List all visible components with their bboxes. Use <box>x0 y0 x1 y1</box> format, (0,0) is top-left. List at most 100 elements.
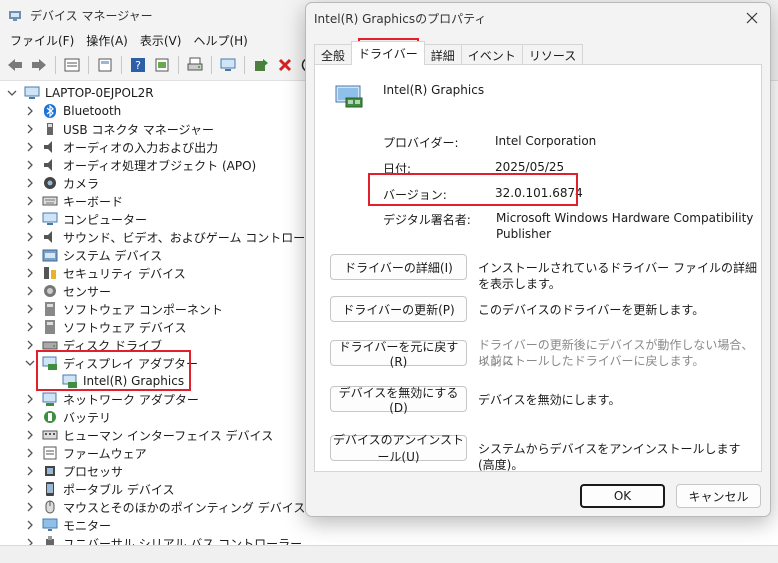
tree-item-17[interactable]: バッテリ <box>24 408 111 426</box>
tree-item-18[interactable]: ヒューマン インターフェイス デバイス <box>24 426 273 444</box>
tab-general[interactable]: 全般 <box>314 44 353 65</box>
chevron-right-icon[interactable] <box>24 465 36 477</box>
tree-item-label: システム デバイス <box>63 248 163 263</box>
chevron-down-icon[interactable] <box>24 357 36 369</box>
tree-item-12[interactable]: ソフトウェア デバイス <box>24 318 186 336</box>
chevron-right-icon[interactable] <box>24 339 36 351</box>
chevron-right-icon[interactable] <box>24 393 36 405</box>
forward-icon[interactable] <box>28 54 50 76</box>
close-icon[interactable] <box>742 8 762 28</box>
tree-item-label: LAPTOP-0EJPOL2R <box>45 86 154 100</box>
tree-item-24[interactable]: ユニバーサル シリアル バス コントローラー <box>24 534 302 545</box>
tab-details[interactable]: 詳細 <box>423 44 462 65</box>
signer-label: デジタル署名者: <box>383 213 471 227</box>
provider-label: プロバイダー: <box>383 136 459 150</box>
tab-resources[interactable]: リソース <box>521 44 584 65</box>
rollback-driver-button[interactable]: ドライバーを元に戻す(R) <box>330 340 467 369</box>
tree-item-9[interactable]: セキュリティ デバイス <box>24 264 186 282</box>
tree-item-label: コンピューター <box>63 212 148 227</box>
tree-item-14[interactable]: ディスプレイ アダプター <box>24 354 198 372</box>
menu-view[interactable]: 表示(V) <box>134 32 188 49</box>
chevron-down-icon[interactable] <box>6 87 18 99</box>
tree-item-4[interactable]: カメラ <box>24 174 99 192</box>
usb-icon <box>42 535 58 545</box>
chevron-right-icon[interactable] <box>24 177 36 189</box>
date-value: 2025/05/25 <box>495 160 565 174</box>
portable-icon <box>42 481 58 497</box>
chevron-right-icon[interactable] <box>24 123 36 135</box>
tree-item-16[interactable]: ネットワーク アダプター <box>24 390 199 408</box>
keyboard-icon <box>42 193 58 209</box>
tree-item-label: カメラ <box>63 176 100 191</box>
chevron-right-icon[interactable] <box>24 321 36 333</box>
display-adapter-icon <box>62 373 78 389</box>
tree-item-root[interactable]: LAPTOP-0EJPOL2R <box>6 84 154 102</box>
tree-item-child-15[interactable]: Intel(R) Graphics <box>62 372 184 390</box>
cancel-button[interactable]: キャンセル <box>676 484 761 508</box>
uninstall-device-desc: システムからデバイスをアンインストールします (高度)。 <box>478 442 741 472</box>
update-driver-button[interactable]: ドライバーの更新(P) <box>330 296 467 322</box>
chevron-right-icon[interactable] <box>24 195 36 207</box>
chevron-right-icon[interactable] <box>24 447 36 459</box>
tab-driver[interactable]: ドライバー <box>351 41 425 65</box>
version-value: 32.0.101.6874 <box>495 186 583 200</box>
uninstall-device-button[interactable]: デバイスのアンインストール(U) <box>330 433 467 464</box>
chevron-right-icon[interactable] <box>24 483 36 495</box>
chevron-right-icon[interactable] <box>24 285 36 297</box>
disable-device-button[interactable]: デバイスを無効にする(D) <box>330 386 467 415</box>
toolbar-separator <box>178 56 179 74</box>
menu-help[interactable]: ヘルプ(H) <box>187 32 253 49</box>
menu-action[interactable]: 操作(A) <box>80 32 134 49</box>
tab-events[interactable]: イベント <box>460 44 523 65</box>
driver-details-button[interactable]: ドライバーの詳細(I) <box>330 254 467 280</box>
tree-item-19[interactable]: ファームウェア <box>24 444 147 462</box>
tree-item-3[interactable]: オーディオ処理オブジェクト (APO) <box>24 156 256 174</box>
display-adapter-icon <box>42 355 58 371</box>
chevron-right-icon[interactable] <box>24 105 36 117</box>
back-icon[interactable] <box>4 54 26 76</box>
tree-item-0[interactable]: Bluetooth <box>24 102 121 120</box>
help-icon[interactable]: ? <box>127 54 149 76</box>
chevron-right-icon[interactable] <box>24 141 36 153</box>
chevron-right-icon[interactable] <box>24 537 36 545</box>
print-icon[interactable] <box>184 54 206 76</box>
ok-button[interactable]: OK <box>580 484 665 508</box>
tree-item-6[interactable]: コンピューター <box>24 210 147 228</box>
tree-item-10[interactable]: センサー <box>24 282 111 300</box>
chevron-right-icon[interactable] <box>24 411 36 423</box>
tree-item-22[interactable]: マウスとそのほかのポインティング デバイス <box>24 498 305 516</box>
tree-item-label: オーディオの入力および出力 <box>63 140 219 155</box>
chevron-right-icon[interactable] <box>24 159 36 171</box>
tree-item-23[interactable]: モニター <box>24 516 111 534</box>
audio-icon <box>42 157 58 173</box>
tree-item-7[interactable]: サウンド、ビデオ、およびゲーム コントローラー <box>24 228 329 246</box>
tree-item-2[interactable]: オーディオの入力および出力 <box>24 138 218 156</box>
device-manager-icon <box>8 9 22 21</box>
update-driver-icon[interactable] <box>250 54 272 76</box>
chevron-right-icon[interactable] <box>24 519 36 531</box>
chevron-right-icon[interactable] <box>24 231 36 243</box>
tree-item-label: ディスク ドライブ <box>63 338 162 353</box>
chevron-right-icon[interactable] <box>24 501 36 513</box>
tree-item-13[interactable]: ディスク ドライブ <box>24 336 162 354</box>
computer-icon[interactable] <box>217 54 239 76</box>
bluetooth-icon <box>42 103 58 119</box>
properties-icon[interactable] <box>61 54 83 76</box>
provider-value: Intel Corporation <box>495 134 597 148</box>
window-icon[interactable] <box>94 54 116 76</box>
tree-item-8[interactable]: システム デバイス <box>24 246 162 264</box>
chevron-right-icon[interactable] <box>24 429 36 441</box>
tree-item-21[interactable]: ポータブル デバイス <box>24 480 174 498</box>
menu-file[interactable]: ファイル(F) <box>4 32 80 49</box>
details-icon[interactable] <box>151 54 173 76</box>
chevron-right-icon[interactable] <box>24 267 36 279</box>
chevron-right-icon[interactable] <box>24 303 36 315</box>
tree-item-5[interactable]: キーボード <box>24 192 123 210</box>
chevron-right-icon[interactable] <box>24 213 36 225</box>
tree-item-label: ネットワーク アダプター <box>63 392 199 407</box>
tree-item-11[interactable]: ソフトウェア コンポーネント <box>24 300 223 318</box>
tree-item-1[interactable]: USB コネクタ マネージャー <box>24 120 214 138</box>
chevron-right-icon[interactable] <box>24 249 36 261</box>
tree-item-20[interactable]: プロセッサ <box>24 462 123 480</box>
uninstall-icon[interactable] <box>274 54 296 76</box>
